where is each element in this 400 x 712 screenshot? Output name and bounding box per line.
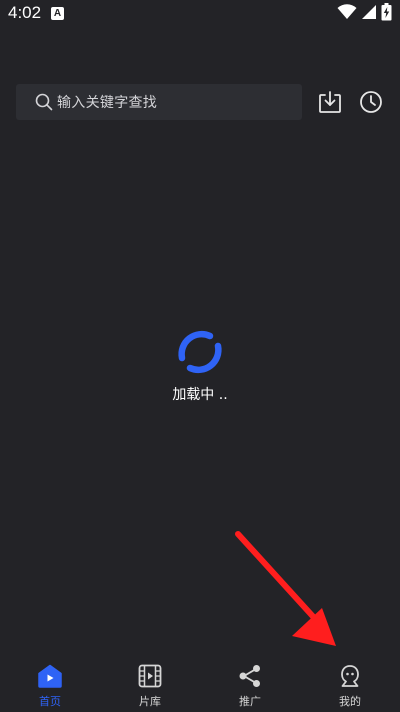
bottom-nav: 首页 片库 推广 我的 — [0, 654, 400, 712]
nav-label-home: 首页 — [39, 695, 61, 708]
nav-label-mine: 我的 — [339, 695, 361, 708]
nav-label-promote: 推广 — [239, 695, 261, 708]
battery-charging-icon — [381, 3, 392, 25]
app-screen: 4:02 A 输入关键字查找 加载中 .. 首页 片库 推广 我的 — [0, 0, 400, 712]
nav-item-promote[interactable]: 推广 — [200, 654, 300, 712]
status-bar: 4:02 A — [0, 0, 400, 28]
profile-icon — [338, 664, 362, 688]
wifi-icon — [337, 4, 357, 24]
cellular-signal-icon — [361, 4, 377, 24]
clock-icon — [359, 91, 383, 118]
download-icon — [318, 91, 342, 118]
download-button[interactable] — [318, 90, 342, 114]
nav-item-home[interactable]: 首页 — [0, 654, 100, 712]
search-icon — [35, 93, 53, 111]
loading-text: 加载中 .. — [172, 387, 228, 403]
film-library-icon — [138, 664, 162, 688]
search-bar[interactable]: 输入关键字查找 — [16, 84, 302, 120]
status-time: 4:02 — [8, 3, 42, 22]
nav-item-mine[interactable]: 我的 — [300, 654, 400, 712]
home-play-icon — [38, 664, 62, 688]
history-button[interactable] — [359, 90, 383, 114]
nav-item-library[interactable]: 片库 — [100, 654, 200, 712]
search-placeholder: 输入关键字查找 — [57, 95, 158, 111]
share-icon — [238, 664, 262, 688]
app-notification-icon: A — [51, 7, 64, 20]
nav-label-library: 片库 — [139, 695, 161, 708]
loading-spinner — [176, 328, 224, 376]
status-indicators — [337, 3, 392, 25]
